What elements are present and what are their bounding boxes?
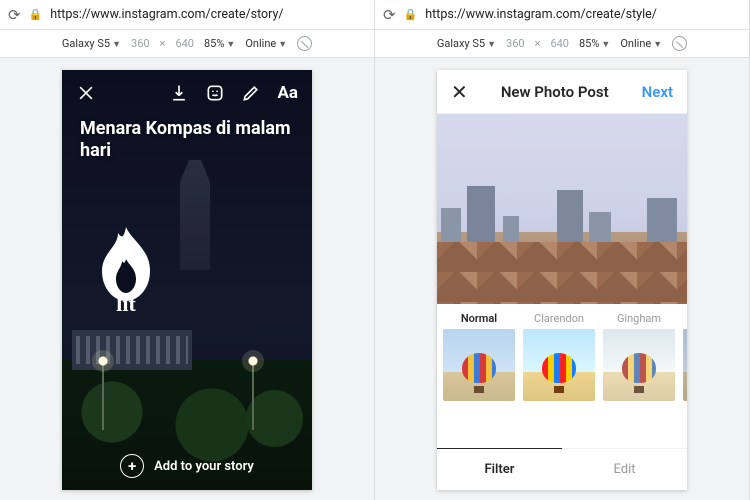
address-bar: ⟳ 🔒 https://www.instagram.com/create/sty…: [375, 0, 749, 30]
filter-label: Normal: [461, 312, 497, 325]
browser-pane-post: ⟳ 🔒 https://www.instagram.com/create/sty…: [375, 0, 750, 500]
text-tool-button[interactable]: Aa: [277, 83, 298, 103]
emulated-stage: Aa Menara Kompas di malam hari lit + Add…: [0, 58, 374, 500]
zoom-select[interactable]: 85%▼: [579, 37, 610, 50]
add-to-story-label: Add to your story: [154, 459, 254, 474]
devtools-bar: Galaxy S5▼ 360 × 640 85%▼ Online▼: [375, 30, 749, 58]
devtools-bar: Galaxy S5▼ 360 × 640 85%▼ Online▼: [0, 30, 374, 58]
lock-icon: 🔒: [404, 8, 418, 21]
lock-icon: 🔒: [29, 8, 43, 21]
reload-icon[interactable]: ⟳: [8, 6, 21, 24]
filter-label: Gingham: [617, 312, 661, 325]
filter-list[interactable]: Normal Clarendon Gingham .: [437, 304, 687, 401]
device-select[interactable]: Galaxy S5▼: [437, 37, 496, 50]
viewport-width[interactable]: 360: [506, 37, 525, 50]
close-icon[interactable]: ✕: [451, 80, 468, 104]
viewport-height[interactable]: 640: [175, 37, 194, 50]
filter-normal[interactable]: Normal: [441, 312, 517, 401]
block-icon[interactable]: [297, 36, 312, 51]
filter-clarendon[interactable]: Clarendon: [521, 312, 597, 401]
tab-edit[interactable]: Edit: [562, 449, 687, 490]
post-editor: ✕ New Photo Post Next Normal Clarendon: [437, 70, 687, 490]
browser-pane-story: ⟳ 🔒 https://www.instagram.com/create/sto…: [0, 0, 375, 500]
dim-separator: ×: [160, 37, 166, 50]
bg-building: [72, 330, 192, 370]
post-header: ✕ New Photo Post Next: [437, 70, 687, 114]
device-select[interactable]: Galaxy S5▼: [62, 37, 121, 50]
bg-lamp: [252, 360, 254, 430]
tab-filter[interactable]: Filter: [437, 448, 562, 490]
filter-more[interactable]: .: [681, 312, 687, 401]
next-button[interactable]: Next: [642, 83, 673, 101]
url-text[interactable]: https://www.instagram.com/create/story/: [50, 7, 283, 22]
bg-lamp: [102, 360, 104, 430]
throttle-select[interactable]: Online▼: [620, 37, 662, 50]
viewport-height[interactable]: 640: [550, 37, 569, 50]
viewport-width[interactable]: 360: [131, 37, 150, 50]
post-photo-preview[interactable]: [437, 114, 687, 304]
zoom-select[interactable]: 85%▼: [204, 37, 235, 50]
address-bar: ⟳ 🔒 https://www.instagram.com/create/sto…: [0, 0, 374, 30]
fire-sticker[interactable]: lit: [84, 225, 168, 321]
filter-gingham[interactable]: Gingham: [601, 312, 677, 401]
dim-separator: ×: [535, 37, 541, 50]
reload-icon[interactable]: ⟳: [383, 6, 396, 24]
url-text[interactable]: https://www.instagram.com/create/style/: [425, 7, 657, 22]
throttle-select[interactable]: Online▼: [245, 37, 287, 50]
download-icon[interactable]: [169, 83, 189, 103]
draw-icon[interactable]: [241, 83, 261, 103]
close-icon[interactable]: [76, 83, 96, 103]
story-editor: Aa Menara Kompas di malam hari lit + Add…: [62, 70, 312, 490]
page-title: New Photo Post: [501, 83, 609, 101]
filter-label: Clarendon: [534, 312, 584, 325]
plus-circle-icon: +: [120, 454, 144, 478]
emulated-stage: ✕ New Photo Post Next Normal Clarendon: [375, 58, 749, 500]
story-toolbar: Aa: [62, 70, 312, 116]
post-tabs: Filter Edit: [437, 448, 687, 490]
block-icon[interactable]: [672, 36, 687, 51]
sticker-icon[interactable]: [205, 83, 225, 103]
add-to-story-button[interactable]: + Add to your story: [62, 454, 312, 478]
svg-text:lit: lit: [116, 291, 136, 316]
story-caption-text[interactable]: Menara Kompas di malam hari: [80, 118, 294, 161]
